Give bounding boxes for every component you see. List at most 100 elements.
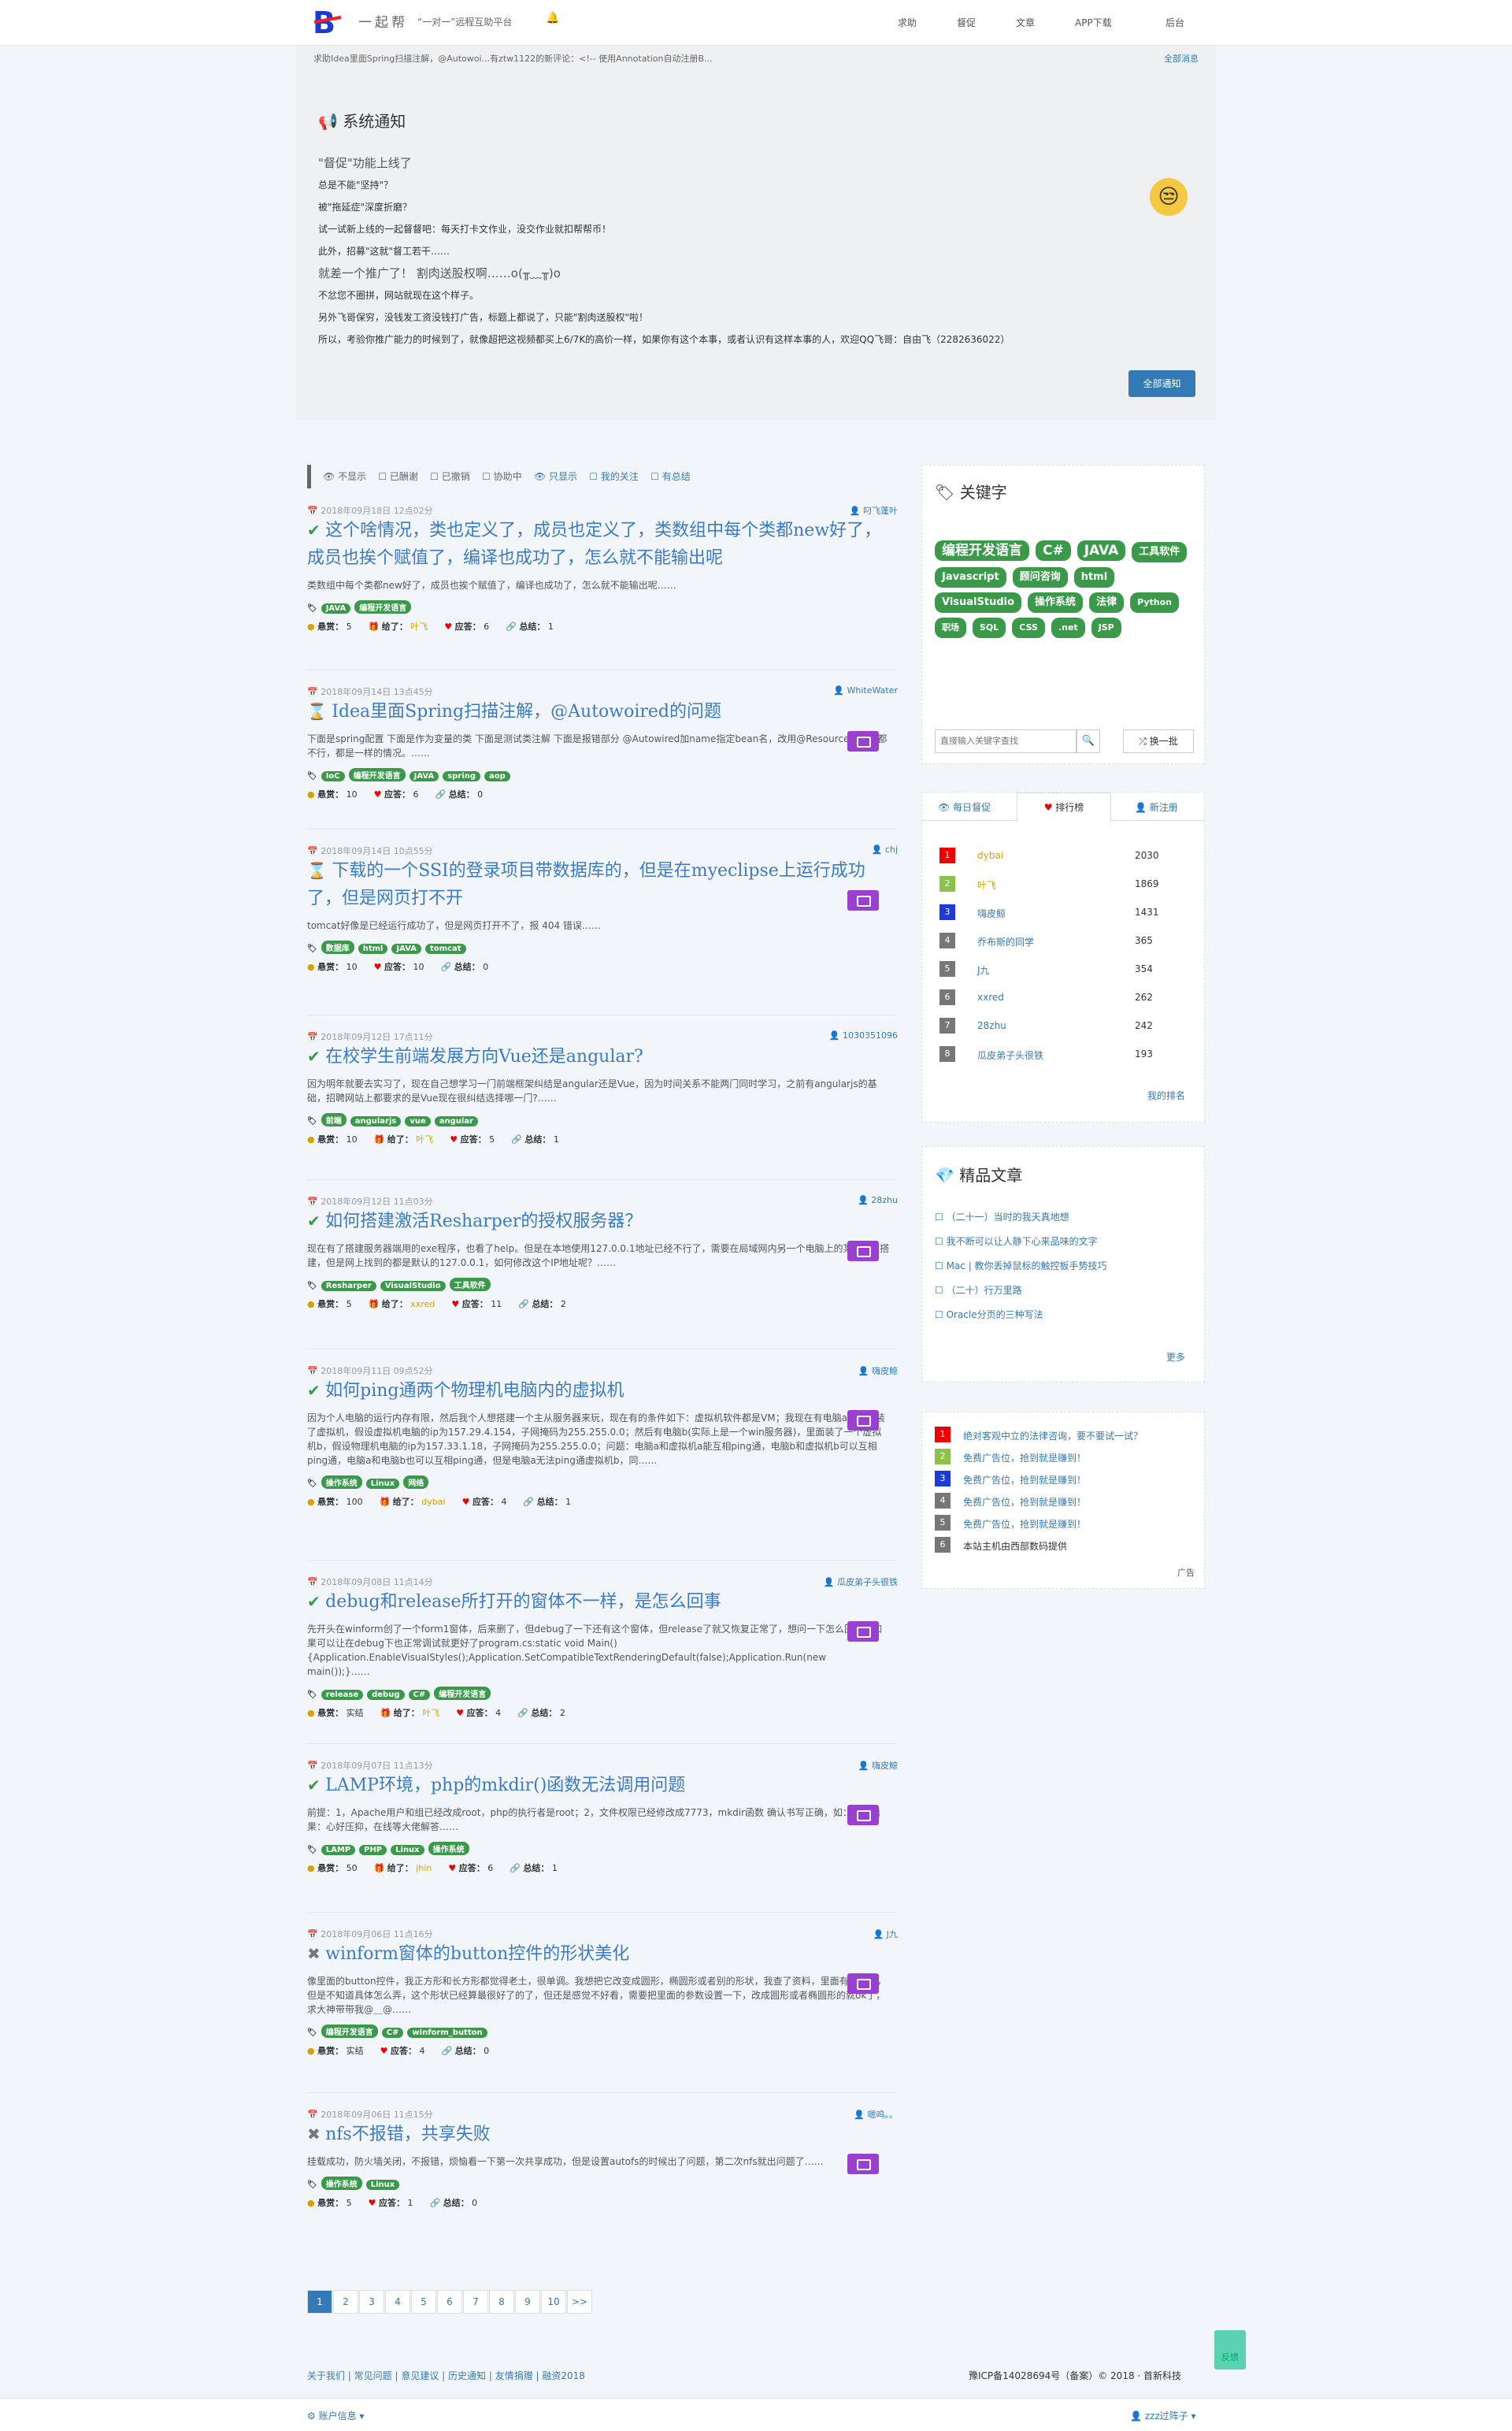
tag[interactable]: 操作系统 [428,1842,469,1855]
question-author[interactable]: 👤 嗨皮鲸 [858,1364,898,1377]
page-link[interactable]: 3 [359,2290,384,2314]
keyword-tag[interactable]: .net [1051,618,1085,638]
question-title[interactable]: ✔ LAMP环境，php的mkdir()函数无法调用问题 [307,1772,898,1799]
question-title[interactable]: ✔ debug和release所打开的窗体不一样，是怎么回事 [307,1588,898,1616]
filter-following[interactable]: ☐ 我的关注 [589,471,639,482]
keyword-tag[interactable]: 职场 [935,618,966,638]
page-link[interactable]: 10 [541,2290,566,2314]
filter-assisting[interactable]: ☐ 协助中 [482,471,522,482]
keyword-tag[interactable]: html [1073,567,1115,588]
tag[interactable]: tomcat [425,944,466,954]
tag[interactable]: IoC [321,771,345,781]
keyword-tag[interactable]: CSS [1012,618,1045,638]
rank-user[interactable]: 瓜皮弟子头很铁 [977,1048,1043,1062]
question-author[interactable]: 👤 叼飞蓬叶 [850,504,898,517]
tag[interactable]: C# [381,2028,404,2038]
page-link[interactable]: 9 [515,2290,540,2314]
page-link[interactable]: 7 [463,2290,488,2314]
keyword-tag[interactable]: JSP [1091,618,1121,638]
tag[interactable]: LAMP [321,1845,356,1855]
tab-ranking[interactable]: ♥ 排行榜 [1017,792,1111,822]
my-rank-link[interactable]: 我的排名 [1147,1089,1185,1102]
question-author[interactable]: 👤 28zhu [858,1195,898,1205]
article-link[interactable]: ☐ Mac | 教你丢掉鼠标的触控板手势技巧 [935,1259,1107,1272]
tag[interactable]: debug [367,1690,405,1700]
ad-link[interactable]: 免费广告位，抢到就是赚到！ [963,1451,1086,1464]
tag[interactable]: 工具软件 [449,1278,491,1291]
tag[interactable]: 编程开发语言 [348,768,406,781]
question-author[interactable]: 👤 WhiteWater [833,685,898,696]
ad-link[interactable]: 免费广告位，抢到就是赚到！ [963,1473,1086,1486]
keyword-tag[interactable]: 顾问咨询 [1012,567,1068,588]
ad-link[interactable]: 本站主机由西部数码提供 [963,1539,1067,1553]
ad-link[interactable]: 免费广告位，抢到就是赚到！ [963,1495,1086,1509]
article-link[interactable]: ☐ Oracle分页的三种写法 [935,1308,1043,1321]
article-link[interactable]: ☐ （二十一）当时的我天真地想 [935,1210,1069,1223]
all-notices-button[interactable]: 全部通知 [1128,370,1195,397]
question-title[interactable]: ⌛ 下载的一个SSI的登录项目带数据库的，但是在myeclipse上运行成功了，… [307,857,898,912]
question-author[interactable]: 👤 chj [872,844,898,855]
ad-link[interactable]: 绝对客观中立的法律咨询，要不要试一试？ [963,1429,1143,1442]
tag[interactable]: JAVA [391,944,422,954]
page-link[interactable]: 8 [489,2290,514,2314]
bell-icon[interactable]: 🔔 [546,12,559,24]
page-link[interactable]: 1 [307,2290,332,2314]
tag[interactable]: 前端 [321,1113,346,1126]
answer-button[interactable] [847,890,879,911]
more-articles-link[interactable]: 更多 [1166,1350,1185,1364]
tag[interactable]: release [321,1690,364,1700]
tag[interactable]: 操作系统 [321,1475,362,1489]
answer-button[interactable] [847,2154,879,2174]
question-author[interactable]: 👤 嗨皮鲸 [858,1759,898,1772]
tag[interactable]: Linux [365,1479,400,1489]
nav-urge[interactable]: 督促 [957,16,976,29]
tag[interactable]: html [358,944,388,954]
rank-user[interactable]: 28zhu [977,1020,1006,1031]
answer-button[interactable] [847,1410,879,1431]
rank-user[interactable]: J九 [977,963,990,977]
filter-hide[interactable]: 👁 不显示 [323,471,366,482]
tag[interactable]: 网络 [403,1475,429,1489]
tag[interactable]: 数据库 [321,941,354,954]
article-link[interactable]: ☐ （二十）行万里路 [935,1283,1022,1297]
answer-button[interactable] [847,1241,879,1261]
feedback-button[interactable]: 反馈 [1214,2330,1246,2370]
answer-button[interactable] [847,1973,879,1994]
question-author[interactable]: 👤 J九 [873,1928,898,1940]
answer-button[interactable] [847,1621,879,1642]
search-icon[interactable]: 🔍 [1077,729,1100,753]
keyword-tag[interactable]: VisualStudio [935,592,1022,613]
question-author[interactable]: 👤 瓜皮弟子头很铁 [824,1576,898,1588]
keyword-tag[interactable]: SQL [973,618,1006,638]
question-title[interactable]: ✔ 如何搭建激活Resharper的授权服务器？ [307,1208,898,1235]
user-menu-button[interactable]: 👤 zzz过阵子 ▾ [1130,2409,1196,2422]
question-title[interactable]: ✖ winform窗体的button控件的形状美化 [307,1940,898,1968]
keyword-tag[interactable]: Python [1130,592,1179,613]
keyword-search-input[interactable] [935,729,1077,753]
tag[interactable]: Linux [391,1845,424,1855]
tab-new-users[interactable]: 👤 新注册 [1135,800,1178,814]
tag[interactable]: 操作系统 [321,2177,362,2190]
keyword-tag[interactable]: JAVA [1077,540,1126,561]
answer-button[interactable] [847,731,879,752]
rank-user[interactable]: dybai [977,850,1003,861]
page-link[interactable]: 5 [411,2290,436,2314]
question-title[interactable]: ✔ 如何ping通两个物理机电脑内的虚拟机 [307,1377,898,1405]
rank-user[interactable]: 乔布斯的同学 [977,935,1034,948]
help-message[interactable]: 求助Idea里面Spring扫描注解，@Autowoi...有ztw1122的新… [313,52,1022,65]
filter-thanked[interactable]: ☐ 已酬谢 [378,471,418,482]
refresh-keywords-button[interactable]: ⤮ 换一批 [1123,729,1194,753]
all-messages-link[interactable]: 全部消息 [1164,52,1199,65]
site-logo[interactable]: B [311,6,344,39]
tag[interactable]: 编程开发语言 [434,1687,491,1700]
rank-user[interactable]: 叶飞 [977,878,996,892]
nav-app[interactable]: APP下载 [1075,16,1112,29]
tag[interactable]: angularjs [350,1116,402,1126]
tag[interactable]: JAVA [321,603,351,614]
tag[interactable]: spring [443,771,480,781]
filter-only[interactable]: 👁 只显示 [534,471,577,482]
rank-user[interactable]: 嗨皮鲸 [977,907,1006,920]
tag[interactable]: winform_button [407,2028,487,2038]
tag[interactable]: C# [408,1690,431,1700]
tab-daily[interactable]: 👁 每日督促 [938,800,991,814]
